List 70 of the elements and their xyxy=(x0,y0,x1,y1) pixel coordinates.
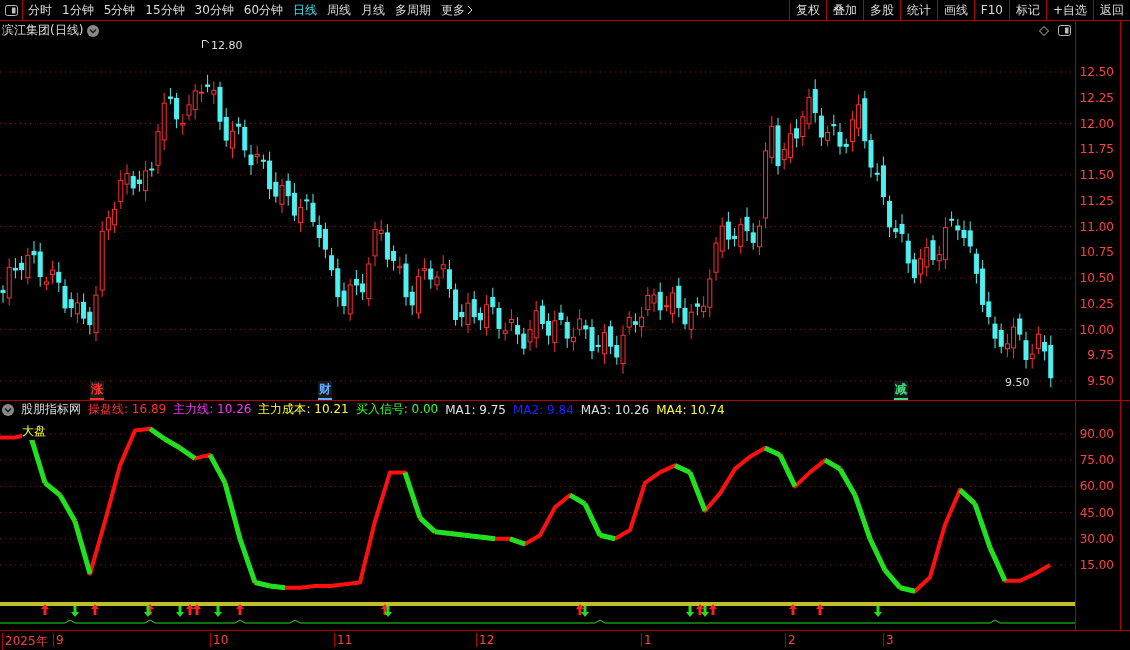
period-tab[interactable]: 60分钟 xyxy=(238,0,289,20)
time-axis-label: 11 xyxy=(334,633,353,647)
time-axis-label: 3 xyxy=(883,633,894,647)
market-tag: 大盘 xyxy=(22,423,46,440)
period-tab[interactable]: 周线 xyxy=(322,0,357,20)
legend-item: 买入信号: 0.00 xyxy=(355,401,439,418)
axis-label: 11.25 xyxy=(1079,193,1114,208)
toolbar-button[interactable]: 返回 xyxy=(1093,0,1130,20)
toolbar-button[interactable]: 复权 xyxy=(788,0,826,20)
legend-item: MA1: 9.75 xyxy=(445,402,506,417)
axis-label: 12.00 xyxy=(1079,116,1114,131)
legend-item: 操盘线: 16.89 xyxy=(88,401,167,418)
axis-label: 12.25 xyxy=(1079,90,1114,105)
time-axis-label: 2025年 xyxy=(2,633,48,650)
period-tab[interactable]: 月线 xyxy=(356,0,391,20)
dropdown-icon[interactable] xyxy=(2,403,14,416)
event-marker[interactable]: 涨 xyxy=(90,381,104,400)
axis-label: 9.75 xyxy=(1087,348,1114,363)
time-axis-label: 9 xyxy=(53,633,64,647)
period-tab[interactable]: 15分钟 xyxy=(140,0,190,20)
period-tab[interactable]: 1分钟 xyxy=(57,0,99,20)
axis-label: 12.50 xyxy=(1079,65,1114,79)
axis-label: 75.00 xyxy=(1079,453,1114,468)
panel-toggle-icon[interactable] xyxy=(1058,25,1071,36)
axis-label: 45.00 xyxy=(1079,505,1114,520)
axis-label: 15.00 xyxy=(1079,558,1114,572)
toolbar-button[interactable]: 统计 xyxy=(899,0,937,20)
toolbar-button[interactable]: +自选 xyxy=(1045,0,1093,20)
legend-item: 主力线: 10.26 xyxy=(173,401,252,418)
toolbar-button[interactable]: 叠加 xyxy=(825,0,863,20)
period-tab[interactable]: 日线 xyxy=(288,0,323,20)
diamond-icon[interactable] xyxy=(1039,26,1049,36)
low-price-label: 9.50 xyxy=(1005,376,1030,389)
axis-label: 11.00 xyxy=(1079,219,1114,234)
axis-label: 90.00 xyxy=(1079,426,1114,441)
event-marker[interactable]: 财 xyxy=(318,381,332,400)
indicator-name: 股朋指标网 xyxy=(21,401,81,418)
period-tab[interactable]: 更多 xyxy=(436,0,479,20)
sidebar-toggle-icon[interactable] xyxy=(4,4,18,16)
period-tab[interactable]: 分时 xyxy=(23,0,57,20)
legend-item: 主力成本: 10.21 xyxy=(258,401,349,418)
legend-item: MA4: 10.74 xyxy=(656,402,725,417)
toolbar-button[interactable]: 画线 xyxy=(936,0,974,20)
flag-icon xyxy=(202,40,210,48)
high-price-label: 12.80 xyxy=(211,39,243,52)
period-tab[interactable]: 30分钟 xyxy=(189,0,239,20)
axis-label: 10.00 xyxy=(1079,322,1114,337)
time-axis-label: 1 xyxy=(641,633,652,647)
axis-label: 10.25 xyxy=(1079,296,1114,311)
axis-label: 10.50 xyxy=(1079,271,1114,285)
toolbar-button[interactable]: F10 xyxy=(973,0,1009,20)
legend-item: MA3: 10.26 xyxy=(580,402,650,417)
chart-title: 滨江集团(日线) xyxy=(2,22,84,39)
axis-label: 11.50 xyxy=(1079,168,1114,182)
toolbar-button[interactable]: 多股 xyxy=(862,0,900,20)
axis-label: 30.00 xyxy=(1079,531,1114,546)
period-tab[interactable]: 5分钟 xyxy=(98,0,141,20)
time-axis-label: 12 xyxy=(476,633,495,647)
toolbar-button[interactable]: 标记 xyxy=(1008,0,1046,20)
axis-label: 11.75 xyxy=(1079,142,1114,157)
event-marker[interactable]: 减 xyxy=(894,381,908,400)
axis-label: 9.50 xyxy=(1087,374,1114,388)
legend-item: MA2: 9.84 xyxy=(513,402,574,417)
axis-label: 60.00 xyxy=(1079,479,1114,494)
time-axis-label: 2 xyxy=(785,633,796,647)
chevron-right-icon xyxy=(467,5,474,15)
dropdown-icon[interactable] xyxy=(87,24,100,37)
time-axis-label: 10 xyxy=(210,633,229,647)
axis-label: 10.75 xyxy=(1079,245,1114,260)
period-tab[interactable]: 多周期 xyxy=(390,0,437,20)
